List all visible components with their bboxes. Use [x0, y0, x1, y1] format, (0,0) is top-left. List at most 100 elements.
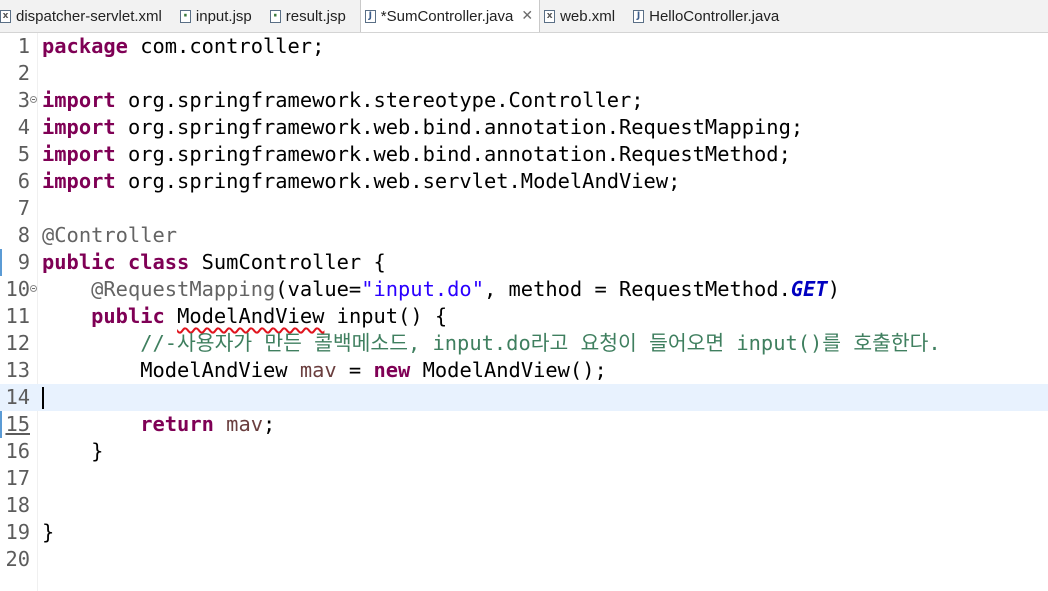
- jsp-file-icon: [179, 9, 191, 23]
- token-txt: SumController {: [189, 250, 386, 274]
- code-line[interactable]: 10 @RequestMapping(value="input.do", met…: [0, 276, 1048, 303]
- line-number: 14: [5, 385, 30, 409]
- line-number: 8: [17, 223, 30, 247]
- token-txt: org.springframework.stereotype.Controlle…: [115, 88, 644, 112]
- line-number: 6: [17, 169, 30, 193]
- tab-dispatcher-servlet-xml[interactable]: dispatcher-servlet.xml: [0, 0, 176, 32]
- code-text: @Controller: [42, 222, 177, 249]
- token-ann: @Controller: [42, 223, 178, 247]
- token-txt: (value=: [275, 277, 362, 301]
- line-number: 11: [5, 304, 30, 328]
- code-line[interactable]: 6 import org.springframework.web.servlet.…: [0, 168, 1048, 195]
- code-editor[interactable]: 1 package com.controller; 2 3 import org.spr…: [0, 33, 1048, 591]
- tab-web-xml[interactable]: web.xml: [540, 0, 629, 32]
- token-kw: class: [127, 250, 190, 274]
- code-line[interactable]: 7: [0, 195, 1048, 222]
- token-txt: , method = RequestMethod.: [483, 277, 791, 301]
- xml-file-icon: [544, 9, 556, 23]
- tab-label: dispatcher-servlet.xml: [16, 7, 162, 25]
- line-number: 5: [17, 142, 30, 166]
- tab-label: *SumController.java: [380, 7, 514, 25]
- code-text: import org.springframework.web.bind.anno…: [42, 141, 791, 168]
- line-number: 2: [17, 61, 30, 85]
- fold-collapse-icon[interactable]: [30, 96, 37, 103]
- code-line[interactable]: 19}: [0, 519, 1048, 546]
- token-kw: import: [42, 142, 116, 166]
- token-txt: org.springframework.web.bind.annotation.…: [115, 142, 791, 166]
- token-kw: package: [42, 34, 128, 58]
- code-line[interactable]: 11 public ModelAndView input() {: [0, 303, 1048, 330]
- editor-tab-bar: dispatcher-servlet.xml input.jsp result.js…: [0, 0, 1048, 33]
- token-txt: =: [336, 358, 374, 382]
- code-text: import org.springframework.web.bind.anno…: [42, 114, 803, 141]
- token-cmt: //-사용자가 만든 콜백메소드, input.do라고 요청이 들어오면 in…: [140, 331, 941, 355]
- close-icon[interactable]: ✕: [521, 8, 533, 24]
- tab-label: HelloController.java: [649, 7, 780, 25]
- line-number: 12: [5, 331, 30, 355]
- token-txt: }: [42, 439, 104, 463]
- tab-hellocontroller-java[interactable]: HelloController.java: [629, 0, 793, 32]
- tab-input-jsp[interactable]: input.jsp: [176, 0, 266, 32]
- code-line[interactable]: 20: [0, 546, 1048, 573]
- tab-label: input.jsp: [195, 7, 252, 25]
- code-line[interactable]: 2: [0, 60, 1048, 87]
- line-number: 15: [5, 412, 30, 436]
- text-caret: [42, 387, 44, 409]
- code-text: }: [42, 438, 103, 465]
- line-number: 1: [17, 34, 30, 58]
- line-number: 9: [17, 250, 30, 274]
- token-txt: ;: [263, 412, 276, 436]
- token-txt: org.springframework.web.servlet.ModelAnd…: [115, 169, 681, 193]
- token-txt: com.controller;: [127, 34, 325, 58]
- code-line[interactable]: 13 ModelAndView mav = new ModelAndView()…: [0, 357, 1048, 384]
- code-text: //-사용자가 만든 콜백메소드, input.do라고 요청이 들어오면 in…: [42, 330, 941, 357]
- code-line[interactable]: 16 }: [0, 438, 1048, 465]
- code-text: import org.springframework.web.servlet.M…: [42, 168, 680, 195]
- code-line[interactable]: 4 import org.springframework.web.bind.ann…: [0, 114, 1048, 141]
- line-number: 3: [17, 88, 30, 112]
- code-text: package com.controller;: [42, 33, 324, 60]
- token-kw: import: [42, 88, 116, 112]
- code-line[interactable]: 1 package com.controller;: [0, 33, 1048, 60]
- token-txt: input() {: [324, 304, 448, 328]
- token-txt: org.springframework.web.bind.annotation.…: [115, 115, 804, 139]
- token-txt: }: [42, 520, 55, 544]
- tab-result-jsp[interactable]: result.jsp: [266, 0, 360, 32]
- code-line[interactable]: 17: [0, 465, 1048, 492]
- token-kw: new: [373, 358, 411, 382]
- token-con: GET: [790, 277, 828, 301]
- code-text: public ModelAndView input() {: [42, 303, 447, 330]
- tab-sumcontroller-java[interactable]: *SumController.java ✕: [359, 0, 541, 32]
- code-text: @RequestMapping(value="input.do", method…: [42, 276, 840, 303]
- line-number: 17: [5, 466, 30, 490]
- code-line[interactable]: 3 import org.springframework.stereotype.C…: [0, 87, 1048, 114]
- code-text: ModelAndView mav = new ModelAndView();: [42, 357, 607, 384]
- token-var: mav: [226, 412, 264, 436]
- code-line[interactable]: 5 import org.springframework.web.bind.ann…: [0, 141, 1048, 168]
- code-line[interactable]: 14: [0, 384, 1048, 411]
- token-kw: public: [42, 250, 116, 274]
- token-var: mav: [299, 358, 337, 382]
- code-text: public class SumController {: [42, 249, 386, 276]
- java-file-icon: [633, 9, 645, 23]
- fold-collapse-icon[interactable]: [30, 285, 37, 292]
- line-number: 4: [17, 115, 30, 139]
- line-number: 10: [5, 277, 30, 301]
- java-file-icon: [364, 9, 376, 23]
- code-line[interactable]: 15 return mav;: [0, 411, 1048, 438]
- token-txt: ModelAndView: [42, 358, 300, 382]
- code-line[interactable]: 12 //-사용자가 만든 콜백메소드, input.do라고 요청이 들어오면…: [0, 330, 1048, 357]
- jsp-file-icon: [269, 9, 281, 23]
- line-number: 19: [5, 520, 30, 544]
- code-line[interactable]: 18: [0, 492, 1048, 519]
- code-line[interactable]: 8 @Controller: [0, 222, 1048, 249]
- token-kw: import: [42, 115, 116, 139]
- code-line[interactable]: 9 public class SumController {: [0, 249, 1048, 276]
